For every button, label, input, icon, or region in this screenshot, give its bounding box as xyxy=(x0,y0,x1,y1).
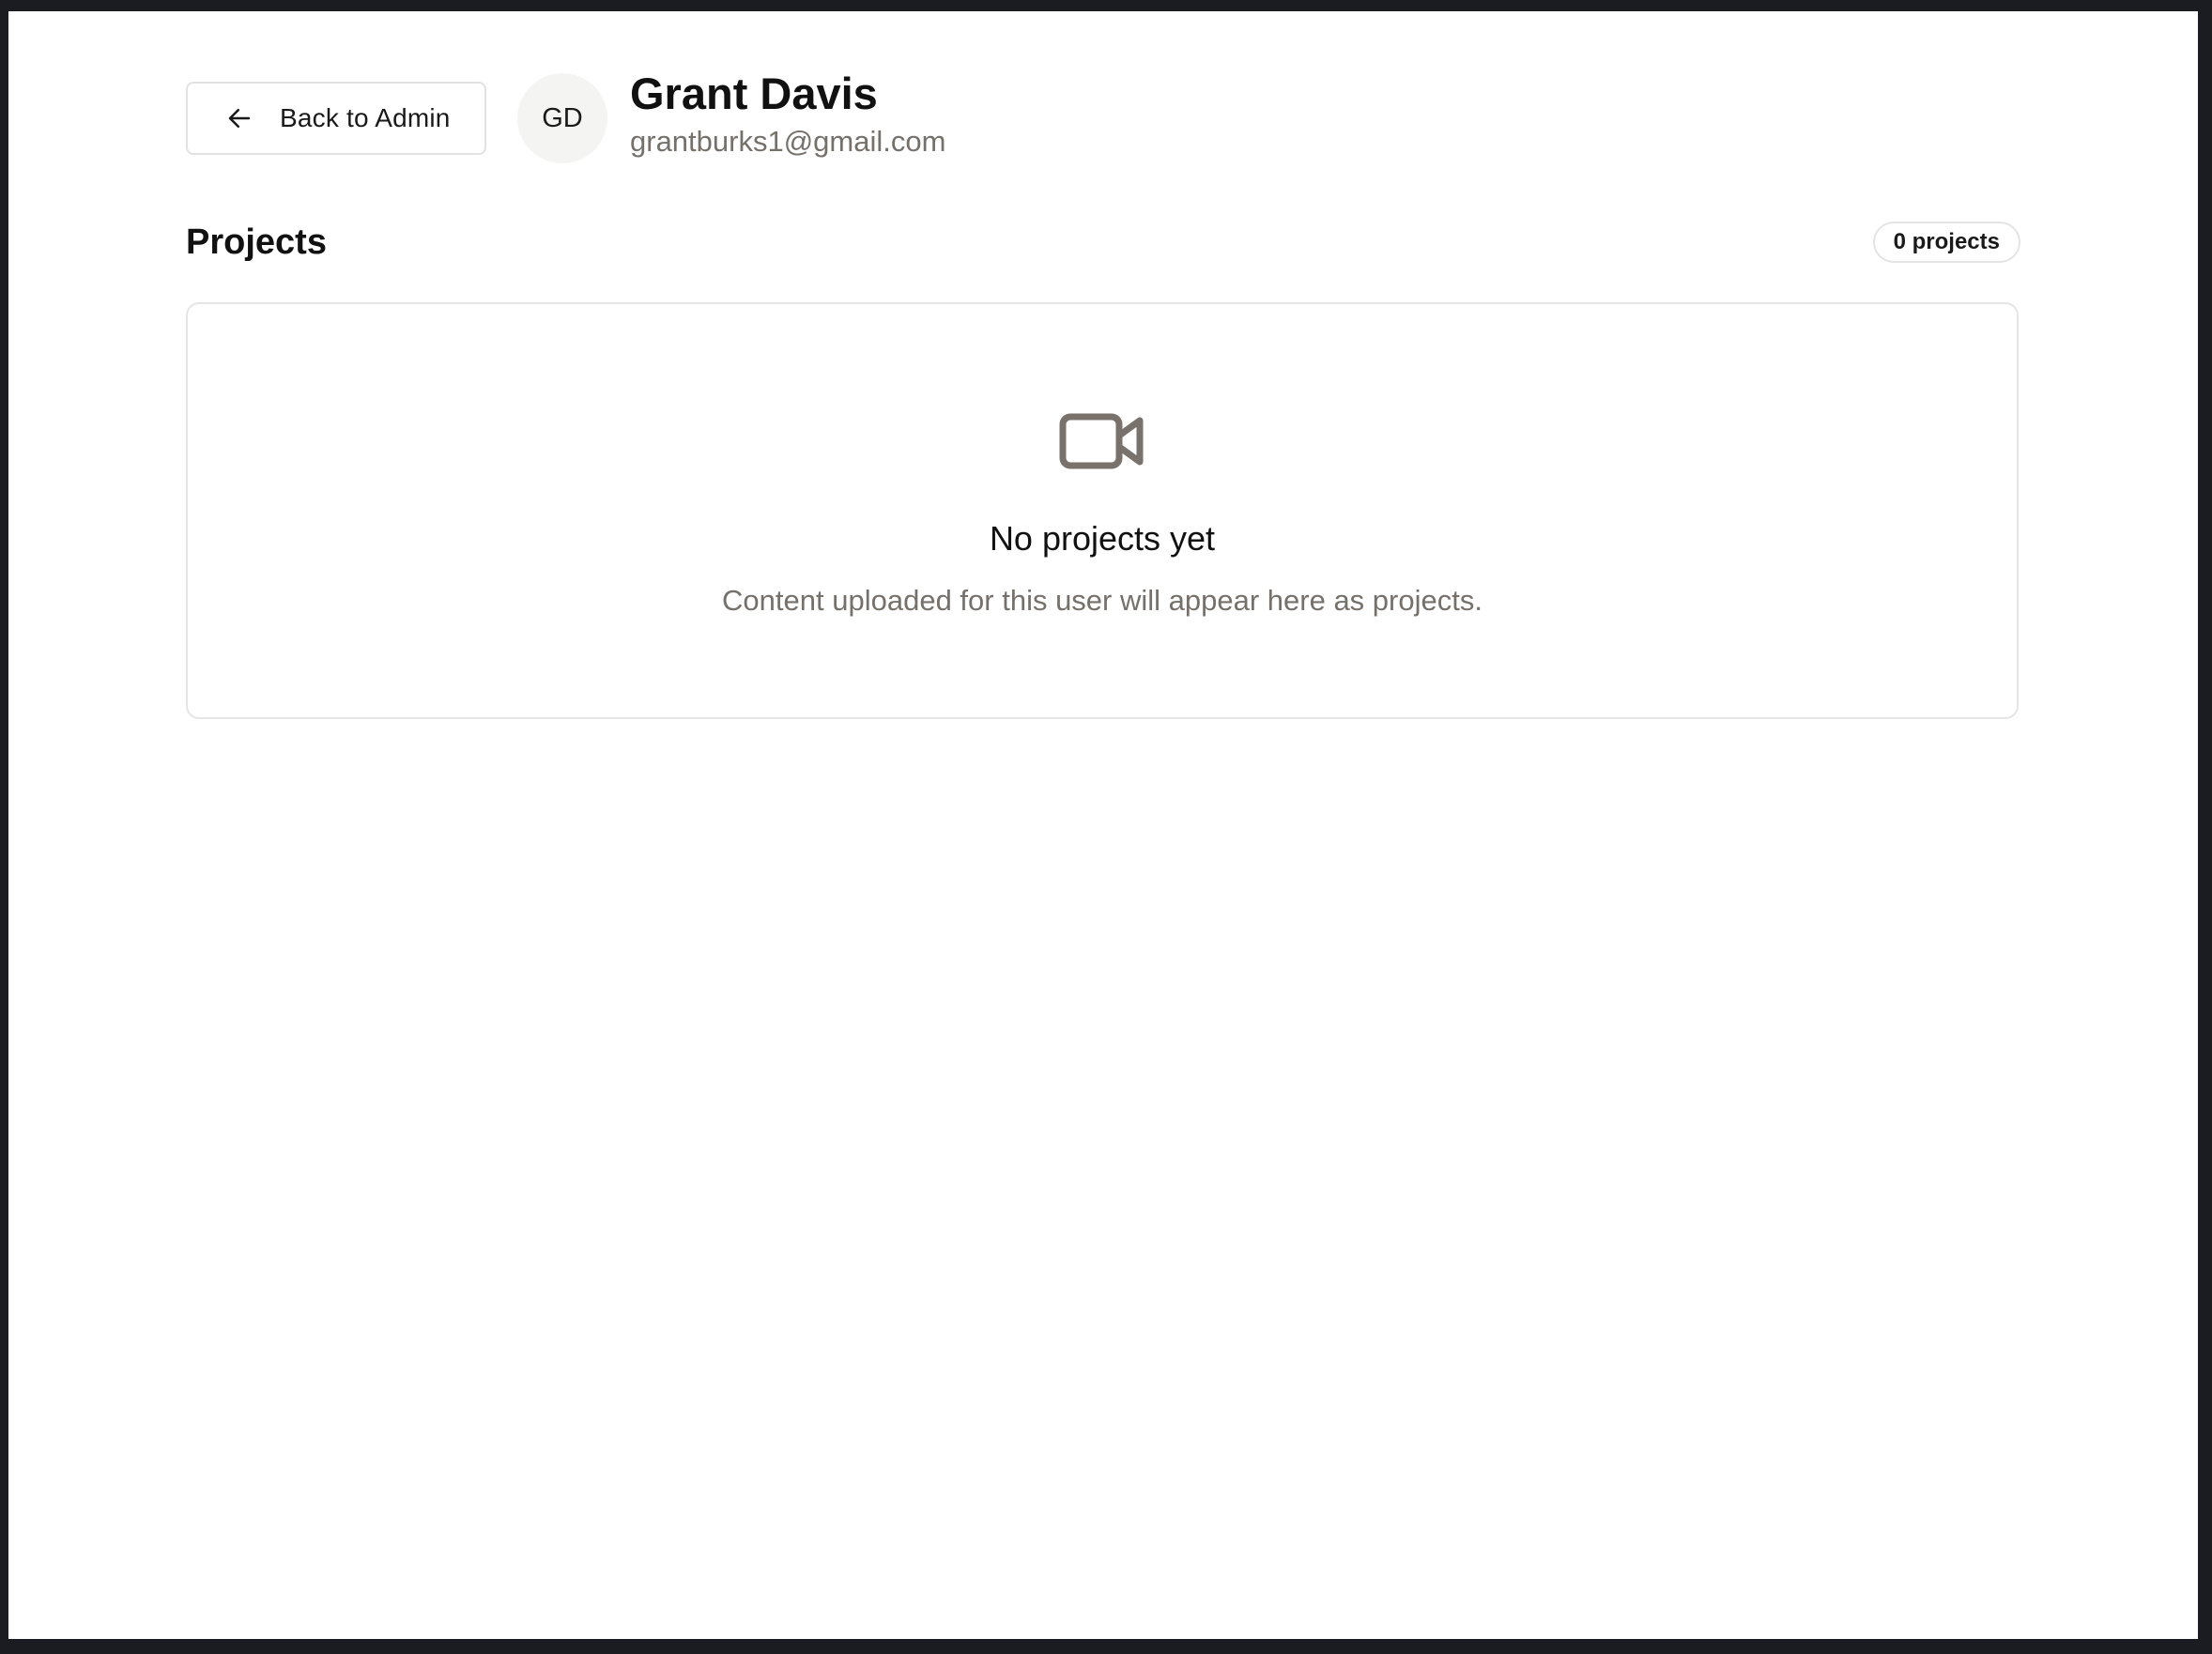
user-name: Grant Davis xyxy=(630,69,878,118)
projects-count-label: 0 projects xyxy=(1893,229,2000,254)
avatar: GD xyxy=(517,73,607,163)
back-button-label: Back to Admin xyxy=(280,103,451,132)
empty-state-description: Content uploaded for this user will appe… xyxy=(722,584,1482,617)
user-email: grantburks1@gmail.com xyxy=(630,125,946,158)
user-header: Back to Admin GD Grant Davis grantburks1… xyxy=(186,69,945,167)
video-camera-icon xyxy=(1059,304,1145,469)
avatar-initials: GD xyxy=(542,102,583,133)
projects-section-title: Projects xyxy=(186,222,327,262)
back-to-admin-button[interactable]: Back to Admin xyxy=(186,82,486,155)
empty-state-title: No projects yet xyxy=(989,519,1216,558)
app-window: Back to Admin GD Grant Davis grantburks1… xyxy=(8,11,2198,1639)
user-info: Grant Davis grantburks1@gmail.com xyxy=(630,68,945,161)
projects-count-badge: 0 projects xyxy=(1872,222,2020,263)
arrow-left-icon xyxy=(225,104,253,132)
empty-state-card: No projects yet Content uploaded for thi… xyxy=(186,302,2019,719)
